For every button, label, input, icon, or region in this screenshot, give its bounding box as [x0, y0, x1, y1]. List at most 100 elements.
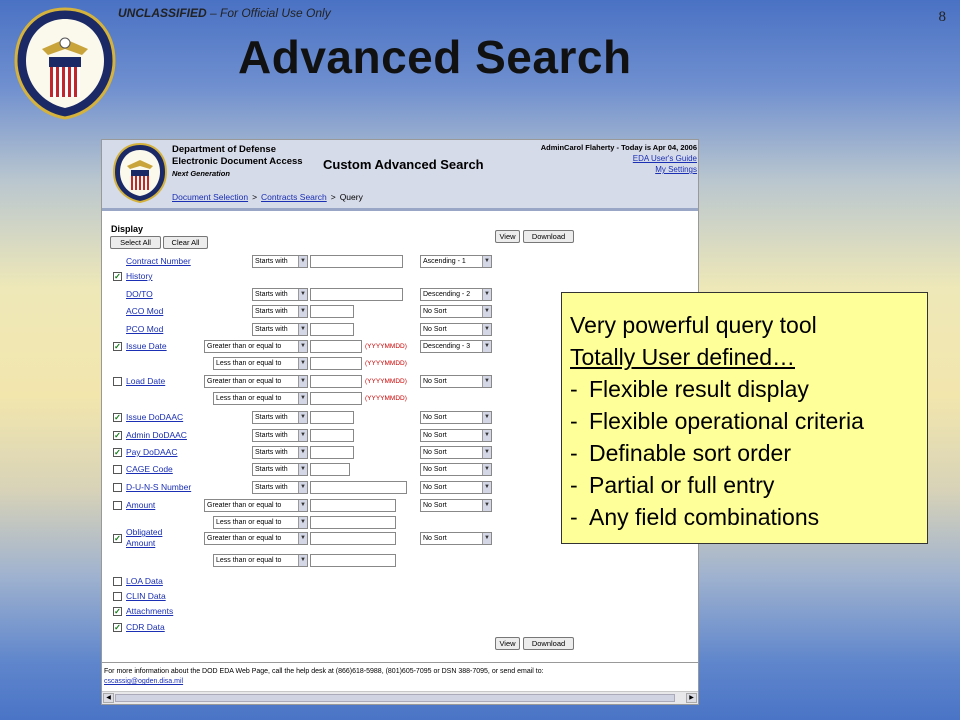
operator2-select-obligated-amount[interactable]: Less than or equal to ▼: [213, 554, 308, 567]
view-button-bottom[interactable]: View: [495, 637, 520, 650]
sort-select-load-date[interactable]: No Sort ▼: [420, 375, 492, 388]
field-link-obligated-amount[interactable]: Obligated Amount: [126, 527, 162, 549]
field-link-history[interactable]: History: [126, 271, 152, 281]
checkbox-pay-dodaac[interactable]: ✓: [113, 448, 122, 457]
operator-select-amount[interactable]: Greater than or equal to ▼: [204, 499, 308, 512]
checkbox-cdr-data[interactable]: ✓: [113, 623, 122, 632]
value-input-d-u-n-s-number[interactable]: [310, 481, 407, 494]
field-link-loa-data[interactable]: LOA Data: [126, 576, 163, 586]
field-label[interactable]: CAGE Code: [126, 464, 173, 474]
breadcrumb-document-selection[interactable]: Document Selection: [172, 192, 248, 202]
value-input-issue-dodaac[interactable]: [310, 411, 354, 424]
value-input-pay-dodaac[interactable]: [310, 446, 354, 459]
field-label[interactable]: ACO Mod: [126, 306, 163, 316]
field-link-pco-mod[interactable]: PCO Mod: [126, 324, 163, 334]
field-link-pay-dodaac[interactable]: Pay DoDAAC: [126, 447, 178, 457]
sort-select-admin-dodaac[interactable]: No Sort ▼: [420, 429, 492, 442]
operator-select-do-to[interactable]: Starts with ▼: [252, 288, 308, 301]
field-link-amount[interactable]: Amount: [126, 500, 155, 510]
value2-input-amount[interactable]: [310, 516, 396, 529]
field-link-do-to[interactable]: DO/TO: [126, 289, 153, 299]
operator-select-contract-number[interactable]: Starts with ▼: [252, 255, 308, 268]
operator-select-pco-mod[interactable]: Starts with ▼: [252, 323, 308, 336]
field-link-issue-date[interactable]: Issue Date: [126, 341, 167, 351]
checkbox-d-u-n-s-number[interactable]: [113, 483, 122, 492]
checkbox-loa-data[interactable]: [113, 577, 122, 586]
operator2-select-load-date[interactable]: Less than or equal to ▼: [213, 392, 308, 405]
field-link-load-date[interactable]: Load Date: [126, 376, 165, 386]
value2-input-obligated-amount[interactable]: [310, 554, 396, 567]
field-label[interactable]: CLIN Data: [126, 591, 166, 601]
sort-select-issue-date[interactable]: Descending - 3 ▼: [420, 340, 492, 353]
view-button[interactable]: View: [495, 230, 520, 243]
field-label[interactable]: CDR Data: [126, 622, 165, 632]
field-label[interactable]: Contract Number: [126, 256, 191, 266]
field-label[interactable]: D-U-N-S Number: [126, 482, 191, 492]
checkbox-amount[interactable]: [113, 501, 122, 510]
operator-select-cage-code[interactable]: Starts with ▼: [252, 463, 308, 476]
checkbox-issue-dodaac[interactable]: ✓: [113, 413, 122, 422]
operator2-select-amount[interactable]: Less than or equal to ▼: [213, 516, 308, 529]
field-link-cdr-data[interactable]: CDR Data: [126, 622, 165, 632]
download-button-bottom[interactable]: Download: [523, 637, 574, 650]
checkbox-load-date[interactable]: [113, 377, 122, 386]
breadcrumb-contracts-search[interactable]: Contracts Search: [261, 192, 327, 202]
value-input-do-to[interactable]: [310, 288, 403, 301]
checkbox-cage-code[interactable]: [113, 465, 122, 474]
field-label[interactable]: Admin DoDAAC: [126, 430, 187, 440]
field-link-admin-dodaac[interactable]: Admin DoDAAC: [126, 430, 187, 440]
scroll-left-arrow-icon[interactable]: ◀: [103, 693, 114, 703]
sort-select-amount[interactable]: No Sort ▼: [420, 499, 492, 512]
value-input-aco-mod[interactable]: [310, 305, 354, 318]
value-input-amount[interactable]: [310, 499, 396, 512]
field-label[interactable]: Issue DoDAAC: [126, 412, 183, 422]
checkbox-history[interactable]: ✓: [113, 272, 122, 281]
checkbox-obligated-amount[interactable]: ✓: [113, 534, 122, 543]
operator-select-obligated-amount[interactable]: Greater than or equal to ▼: [204, 532, 308, 545]
value-input-admin-dodaac[interactable]: [310, 429, 354, 442]
field-label[interactable]: Amount: [126, 500, 155, 510]
sort-select-contract-number[interactable]: Ascending - 1 ▼: [420, 255, 492, 268]
field-link-cage-code[interactable]: CAGE Code: [126, 464, 173, 474]
sort-select-cage-code[interactable]: No Sort ▼: [420, 463, 492, 476]
scroll-right-arrow-icon[interactable]: ▶: [686, 693, 697, 703]
field-link-clin-data[interactable]: CLIN Data: [126, 591, 166, 601]
sort-select-pco-mod[interactable]: No Sort ▼: [420, 323, 492, 336]
sort-select-d-u-n-s-number[interactable]: No Sort ▼: [420, 481, 492, 494]
field-label[interactable]: Pay DoDAAC: [126, 447, 178, 457]
operator-select-load-date[interactable]: Greater than or equal to ▼: [204, 375, 308, 388]
value-input-cage-code[interactable]: [310, 463, 350, 476]
field-label-line-1[interactable]: Obligated: [126, 527, 162, 537]
clear-all-button[interactable]: Clear All: [163, 236, 208, 249]
operator-select-issue-dodaac[interactable]: Starts with ▼: [252, 411, 308, 424]
sort-select-do-to[interactable]: Descending - 2 ▼: [420, 288, 492, 301]
my-settings-link[interactable]: My Settings: [655, 165, 697, 174]
operator-select-aco-mod[interactable]: Starts with ▼: [252, 305, 308, 318]
sort-select-pay-dodaac[interactable]: No Sort ▼: [420, 446, 492, 459]
field-link-issue-dodaac[interactable]: Issue DoDAAC: [126, 412, 183, 422]
value2-input-load-date[interactable]: [310, 392, 362, 405]
value-input-issue-date[interactable]: [310, 340, 362, 353]
download-button[interactable]: Download: [523, 230, 574, 243]
sort-select-obligated-amount[interactable]: No Sort ▼: [420, 532, 492, 545]
field-label[interactable]: PCO Mod: [126, 324, 163, 334]
field-label[interactable]: LOA Data: [126, 576, 163, 586]
operator-select-pay-dodaac[interactable]: Starts with ▼: [252, 446, 308, 459]
field-label[interactable]: History: [126, 271, 152, 281]
field-label[interactable]: DO/TO: [126, 289, 153, 299]
value-input-obligated-amount[interactable]: [310, 532, 396, 545]
checkbox-attachments[interactable]: ✓: [113, 607, 122, 616]
operator-select-admin-dodaac[interactable]: Starts with ▼: [252, 429, 308, 442]
sort-select-issue-dodaac[interactable]: No Sort ▼: [420, 411, 492, 424]
value-input-pco-mod[interactable]: [310, 323, 354, 336]
field-link-attachments[interactable]: Attachments: [126, 606, 173, 616]
value2-input-issue-date[interactable]: [310, 357, 362, 370]
field-link-d-u-n-s-number[interactable]: D-U-N-S Number: [126, 482, 191, 492]
select-all-button[interactable]: Select All: [110, 236, 161, 249]
checkbox-clin-data[interactable]: [113, 592, 122, 601]
operator2-select-issue-date[interactable]: Less than or equal to ▼: [213, 357, 308, 370]
scroll-thumb[interactable]: [115, 694, 675, 702]
horizontal-scrollbar[interactable]: ◀ ▶: [102, 691, 698, 704]
field-link-contract-number[interactable]: Contract Number: [126, 256, 191, 266]
field-label[interactable]: Load Date: [126, 376, 165, 386]
